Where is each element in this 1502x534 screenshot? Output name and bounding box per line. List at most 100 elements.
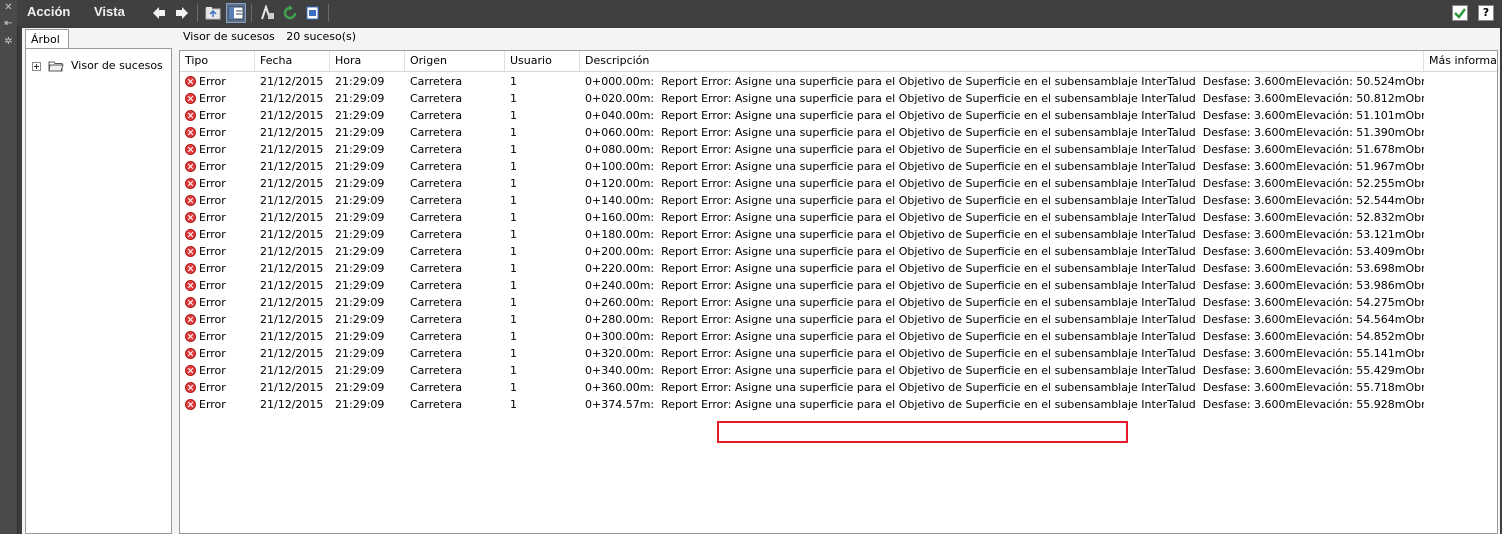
description-prefix: 0+220.00m: Report Error:	[585, 262, 735, 275]
description-main: Asigne una superficie para el Objetivo d…	[734, 160, 1196, 173]
table-row[interactable]: Error 21/12/2015 21:29:09 Carretera 1 0+020.0…	[180, 90, 1497, 107]
cell-hora: 21:29:09	[335, 177, 385, 190]
column-header-hora[interactable]: Hora	[330, 51, 405, 71]
table-row[interactable]: Error 21/12/2015 21:29:09 Carretera 1 0+000.0…	[180, 73, 1497, 90]
settings-icon[interactable]: ✲	[3, 36, 14, 47]
error-icon	[185, 178, 196, 189]
description-suffix: Desfase: 3.600mElevación: 53.698mObra li…	[1202, 262, 1424, 275]
cell-hora: 21:29:09	[335, 109, 385, 122]
table-row[interactable]: Error 21/12/2015 21:29:09 Carretera 1 0+240.0…	[180, 277, 1497, 294]
refresh-icon	[283, 5, 297, 20]
table-row[interactable]: Error 21/12/2015 21:29:09 Carretera 1 0+160.0…	[180, 209, 1497, 226]
table-row[interactable]: Error 21/12/2015 21:29:09 Carretera 1 0+120.0…	[180, 175, 1497, 192]
description-suffix: Desfase: 3.600mElevación: 52.832mObra li…	[1202, 211, 1424, 224]
description-main: Asigne una superficie para el Objetivo d…	[734, 245, 1196, 258]
description-suffix: Desfase: 3.600mElevación: 54.852mObra li…	[1202, 330, 1424, 343]
cell-tipo: Error	[180, 311, 255, 328]
properties-button[interactable]	[257, 3, 277, 23]
table-row[interactable]: Error 21/12/2015 21:29:09 Carretera 1 0+040.0…	[180, 107, 1497, 124]
table-row[interactable]: Error 21/12/2015 21:29:09 Carretera 1 0+280.0…	[180, 311, 1497, 328]
cell-tipo: Error	[180, 226, 255, 243]
cell-fecha: 21/12/2015	[260, 279, 324, 292]
show-hide-tree-button[interactable]	[226, 3, 246, 23]
cell-origen: Carretera	[410, 177, 463, 190]
export-list-button[interactable]	[303, 3, 323, 23]
cell-tipo: Error	[180, 260, 255, 277]
description-main: Asigne una superficie para el Objetivo d…	[734, 381, 1196, 394]
column-header-fecha[interactable]: Fecha	[255, 51, 330, 71]
table-row[interactable]: Error 21/12/2015 21:29:09 Carretera 1 0+140.0…	[180, 192, 1497, 209]
cell-fecha: 21/12/2015	[260, 381, 324, 394]
column-header-usuario[interactable]: Usuario	[505, 51, 580, 71]
cell-descripcion: 0+280.00m: Report Error: Asigne una supe…	[580, 311, 1424, 328]
table-row[interactable]: Error 21/12/2015 21:29:09 Carretera 1 0+374.5…	[180, 396, 1497, 413]
description-prefix: 0+020.00m: Report Error:	[585, 92, 735, 105]
cell-origen: Carretera	[410, 92, 463, 105]
description-prefix: 0+340.00m: Report Error:	[585, 364, 735, 377]
close-icon[interactable]: ✕	[3, 2, 14, 13]
cell-usuario: 1	[510, 398, 517, 411]
refresh-button[interactable]	[280, 3, 300, 23]
cell-tipo: Error	[180, 294, 255, 311]
cell-text: Error	[199, 381, 226, 394]
error-icon	[185, 127, 196, 138]
up-one-level-button[interactable]	[203, 3, 223, 23]
menu-vista[interactable]: Vista	[94, 4, 125, 19]
table-row[interactable]: Error 21/12/2015 21:29:09 Carretera 1 0+100.0…	[180, 158, 1497, 175]
table-row[interactable]: Error 21/12/2015 21:29:09 Carretera 1 0+320.0…	[180, 345, 1497, 362]
table-row[interactable]: Error 21/12/2015 21:29:09 Carretera 1 0+060.0…	[180, 124, 1497, 141]
cell-origen: Carretera	[410, 330, 463, 343]
description-main: Asigne una superficie para el Objetivo d…	[734, 75, 1196, 88]
table-row[interactable]: Error 21/12/2015 21:29:09 Carretera 1 0+080.0…	[180, 141, 1497, 158]
error-icon	[185, 229, 196, 240]
pin-icon[interactable]: ⇤	[3, 18, 14, 29]
description-prefix: 0+000.00m: Report Error:	[585, 75, 735, 88]
forward-button[interactable]	[172, 3, 192, 23]
description-prefix: 0+260.00m: Report Error:	[585, 296, 735, 309]
error-icon	[185, 314, 196, 325]
table-row[interactable]: Error 21/12/2015 21:29:09 Carretera 1 0+360.0…	[180, 379, 1497, 396]
expand-icon[interactable]	[32, 61, 41, 71]
cell-usuario: 1	[510, 177, 517, 190]
column-header-tipo[interactable]: Tipo	[180, 51, 255, 71]
tree-item-visor-de-sucesos[interactable]: Visor de sucesos	[32, 59, 163, 72]
cell-hora: 21:29:09	[335, 398, 385, 411]
table-row[interactable]: Error 21/12/2015 21:29:09 Carretera 1 0+200.0…	[180, 243, 1497, 260]
cell-origen: Carretera	[410, 160, 463, 173]
cell-descripcion: 0+240.00m: Report Error: Asigne una supe…	[580, 277, 1424, 294]
toolbar: Acción Vista ?	[17, 0, 1502, 26]
cell-tipo: Error	[180, 362, 255, 379]
forward-arrow-icon	[176, 7, 188, 19]
apply-button[interactable]	[1452, 5, 1468, 21]
cell-origen: Carretera	[410, 143, 463, 156]
side-palette-strip: ✕ ⇤ ✲ CA	[0, 0, 18, 534]
cell-origen: Carretera	[410, 296, 463, 309]
back-button[interactable]	[149, 3, 169, 23]
column-header-origen[interactable]: Origen	[405, 51, 505, 71]
column-header-mas-informacion[interactable]: Más informac	[1424, 51, 1497, 71]
error-icon	[185, 297, 196, 308]
menu-accion[interactable]: Acción	[27, 4, 70, 19]
table-row[interactable]: Error 21/12/2015 21:29:09 Carretera 1 0+220.0…	[180, 260, 1497, 277]
column-header-descripcion[interactable]: Descripción	[580, 51, 1424, 71]
cell-text: Error	[199, 143, 226, 156]
tab-arbol[interactable]: Árbol	[25, 29, 69, 48]
table-row[interactable]: Error 21/12/2015 21:29:09 Carretera 1 0+180.0…	[180, 226, 1497, 243]
table-row[interactable]: Error 21/12/2015 21:29:09 Carretera 1 0+300.0…	[180, 328, 1497, 345]
description-prefix: 0+080.00m: Report Error:	[585, 143, 735, 156]
cell-usuario: 1	[510, 381, 517, 394]
cell-origen: Carretera	[410, 75, 463, 88]
description-main: Asigne una superficie para el Objetivo d…	[734, 228, 1196, 241]
table-row[interactable]: Error 21/12/2015 21:29:09 Carretera 1 0+340.0…	[180, 362, 1497, 379]
cell-descripcion: 0+020.00m: Report Error: Asigne una supe…	[580, 90, 1424, 107]
error-icon	[185, 246, 196, 257]
description-suffix: Desfase: 3.600mElevación: 55.718mObra li…	[1202, 381, 1424, 394]
help-button[interactable]: ?	[1478, 5, 1494, 21]
cell-fecha: 21/12/2015	[260, 347, 324, 360]
cell-usuario: 1	[510, 194, 517, 207]
cell-text: Error	[199, 160, 226, 173]
description-main: Asigne una superficie para el Objetivo d…	[734, 330, 1196, 343]
error-icon	[185, 280, 196, 291]
cell-usuario: 1	[510, 109, 517, 122]
table-row[interactable]: Error 21/12/2015 21:29:09 Carretera 1 0+260.0…	[180, 294, 1497, 311]
